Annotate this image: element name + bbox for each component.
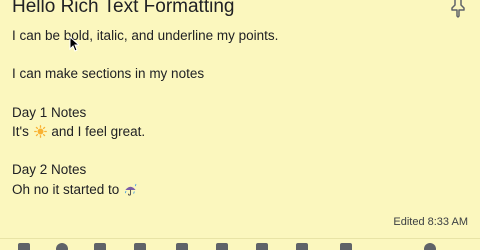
note-line: I can make sections in my notes xyxy=(12,66,205,82)
redo-icon[interactable] xyxy=(296,243,308,250)
note-line-empty xyxy=(12,141,468,160)
undo-icon[interactable] xyxy=(256,243,268,250)
more-options-icon[interactable] xyxy=(216,243,228,250)
reminder-icon[interactable] xyxy=(18,243,30,250)
note-text: Oh no it started to xyxy=(12,181,120,197)
format-icon[interactable] xyxy=(340,243,352,250)
mouse-cursor-icon xyxy=(69,36,79,52)
close-icon[interactable] xyxy=(424,243,436,250)
collaborator-icon[interactable] xyxy=(56,243,68,250)
image-icon[interactable] xyxy=(134,243,146,250)
note-text: It's xyxy=(12,123,29,139)
note-line: I can be bold, italic, and underline my … xyxy=(12,28,279,43)
note-line-empty xyxy=(12,45,468,64)
note-title[interactable]: Hello Rich Text Formatting xyxy=(12,0,234,20)
note-line-empty xyxy=(12,84,468,103)
note-card[interactable]: Hello Rich Text Formatting I can be bold… xyxy=(0,0,480,250)
note-line-with-emoji: It's and I feel great. xyxy=(12,122,468,141)
note-toolbar xyxy=(0,238,480,250)
note-line: Day 2 Notes xyxy=(12,162,87,178)
sun-emoji-icon xyxy=(33,125,47,138)
umbrella-rain-emoji-icon xyxy=(125,183,137,196)
note-line: Day 1 Notes xyxy=(12,104,87,120)
note-body[interactable]: I can be bold, italic, and underline my … xyxy=(12,26,468,199)
color-palette-icon[interactable] xyxy=(94,243,106,250)
edited-timestamp: Edited 8:33 AM xyxy=(393,216,468,228)
archive-icon[interactable] xyxy=(176,243,188,250)
note-line-with-emoji: Oh no it started to xyxy=(12,180,468,199)
pin-icon[interactable] xyxy=(448,0,468,18)
note-text: and I feel great. xyxy=(47,123,146,139)
